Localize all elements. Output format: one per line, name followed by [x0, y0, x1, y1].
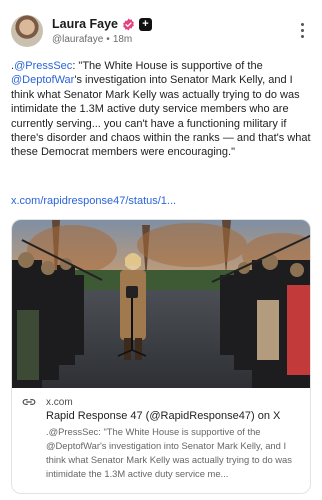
preview-image[interactable]	[12, 220, 310, 388]
mention-presssec[interactable]: @PressSec	[14, 60, 72, 72]
author-meta: @laurafaye • 18m	[52, 34, 132, 45]
meta-separator: •	[106, 34, 110, 45]
link-icon	[22, 399, 36, 405]
avatar[interactable]	[11, 15, 43, 47]
verified-badge-icon	[123, 18, 134, 30]
post-body: .@PressSec: "The White House is supporti…	[11, 59, 313, 160]
post-text-part-1: : "The White House is supportive of the	[72, 60, 263, 72]
card-title[interactable]: Rapid Response 47 (@RapidResponse47) on …	[46, 410, 304, 422]
post-header: Laura Faye + @laurafaye • 18m	[11, 15, 313, 49]
author-handle[interactable]: @laurafaye	[52, 34, 103, 45]
post-time[interactable]: 18m	[113, 34, 132, 45]
mention-deptofwar[interactable]: @DeptofWar	[11, 74, 74, 86]
author-name[interactable]: Laura Faye	[52, 17, 118, 31]
link-preview-card[interactable]: x.com Rapid Response 47 (@RapidResponse4…	[11, 219, 311, 494]
plus-icon[interactable]: +	[139, 17, 153, 31]
post-text-part-2: 's investigation into Senator Mark Kelly…	[11, 74, 311, 159]
author-name-row: Laura Faye +	[52, 16, 153, 32]
post-link[interactable]: x.com/rapidresponse47/status/1...	[11, 195, 176, 207]
preview-meta[interactable]: x.com Rapid Response 47 (@RapidResponse4…	[12, 388, 310, 493]
card-domain: x.com	[46, 397, 73, 408]
more-vertical-icon[interactable]	[301, 23, 305, 39]
card-description: .@PressSec: "The White House is supporti…	[46, 426, 292, 479]
